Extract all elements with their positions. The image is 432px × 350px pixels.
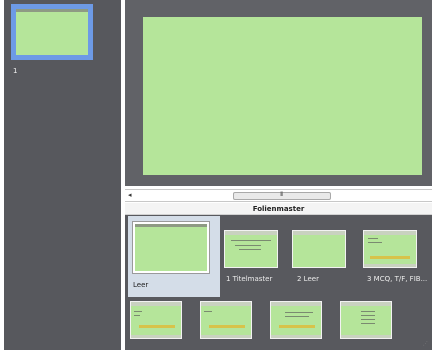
layout-text-line [231, 240, 271, 241]
master-layout-thumbnail-1[interactable] [224, 230, 278, 268]
master-panel-title: Folienmaster [252, 205, 305, 213]
master-layout-label-1: 1 Titelmaster [226, 275, 273, 283]
master-layout-thumbnail [132, 221, 210, 274]
slide-number: 1 [13, 67, 18, 75]
layout-footer-bar [364, 264, 416, 267]
layout-highlight-bar [370, 256, 410, 259]
slide-thumbnail-1[interactable] [11, 4, 93, 60]
master-layout-label: Leer [133, 281, 149, 289]
layout-highlight-bar [139, 325, 175, 328]
layout-footer-bar [341, 335, 391, 338]
main-slide-canvas[interactable] [143, 17, 422, 175]
layout-title-bar [341, 302, 391, 306]
layout-text-line [361, 319, 375, 320]
master-layouts-panel: Leer 1 Titelmaster 2 Leer 3 MCQ, T/F, FI… [125, 215, 432, 350]
layout-title-bar [293, 231, 345, 235]
master-panel-header: Folienmaster [125, 203, 432, 215]
layout-text-line [368, 238, 378, 239]
layout-text-line [134, 315, 140, 316]
layout-text-line [368, 242, 382, 243]
layout-text-line [204, 311, 212, 312]
layout-footer-bar [131, 335, 181, 338]
layout-footer-bar [201, 335, 251, 338]
horizontal-scrollbar[interactable]: ◂ III [125, 189, 432, 202]
layout-text-line [235, 245, 261, 246]
master-layout-canvas [135, 224, 207, 271]
master-layout-thumbnail-5[interactable] [200, 301, 252, 339]
layout-text-line [134, 311, 142, 312]
layout-title-bar [131, 302, 181, 306]
slide-thumbnail-canvas [16, 9, 88, 55]
master-layout-selected[interactable]: Leer [128, 216, 220, 297]
master-layout-thumbnail-4[interactable] [130, 301, 182, 339]
layout-highlight-bar [209, 325, 245, 328]
scroll-left-arrow-icon[interactable]: ◂ [128, 191, 132, 199]
layout-title-bar [225, 231, 277, 235]
master-layout-thumbnail-6[interactable] [270, 301, 322, 339]
master-layout-thumbnail-2[interactable] [292, 230, 346, 268]
scrollbar-thumb[interactable]: III [233, 191, 331, 200]
scrollbar-grip-icon: III [280, 191, 283, 198]
layout-title-bar [364, 231, 416, 235]
layout-text-line [285, 316, 309, 317]
layout-footer-bar [271, 335, 321, 338]
master-layout-thumbnail-3[interactable] [363, 230, 417, 268]
master-layout-label-3: 3 MCQ, T/F, FIB... [367, 275, 428, 283]
layout-text-line [361, 315, 375, 316]
layout-title-bar [201, 302, 251, 306]
layout-text-line [239, 249, 261, 250]
layout-highlight-bar [279, 325, 315, 328]
master-layout-thumbnail-7[interactable] [340, 301, 392, 339]
layout-text-line [361, 323, 375, 324]
layout-text-line [361, 311, 375, 312]
layout-text-line [285, 312, 313, 313]
resize-grip-icon[interactable]: ⋰ [423, 341, 428, 347]
slide-editor [125, 0, 432, 186]
master-layout-label-2: 2 Leer [297, 275, 319, 283]
layout-title-bar [271, 302, 321, 306]
slide-thumbnails-panel: 1 [4, 0, 121, 350]
